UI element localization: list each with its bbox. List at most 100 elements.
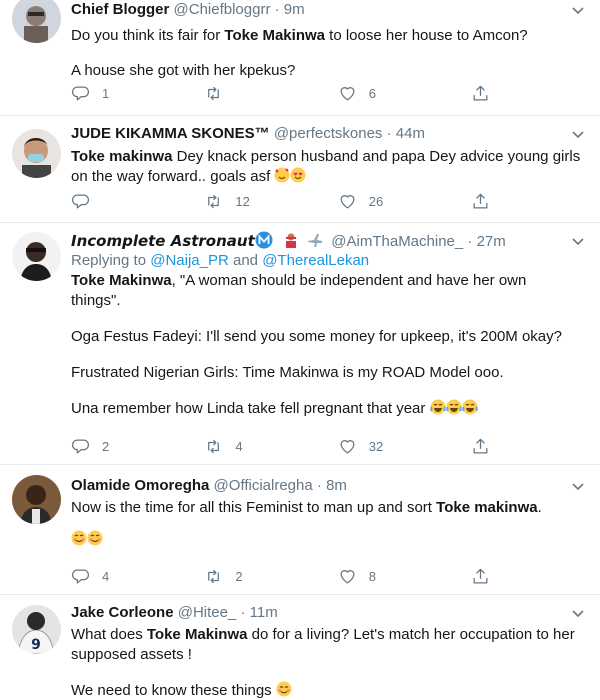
retweet-count: 4 — [235, 438, 243, 454]
retweet-icon — [208, 439, 220, 453]
tweet-text: Toke makinwa Dey knack person husband an… — [71, 148, 581, 165]
reply-mention-link[interactable]: @TherealLekan — [262, 252, 369, 269]
tweet-actions: 2 4 32 — [71, 436, 511, 456]
timestamp[interactable]: 9m — [284, 1, 305, 18]
tweet-text: Do you think its fair for Toke Makinwa t… — [71, 27, 528, 44]
user-handle[interactable]: @Chiefbloggrr — [174, 1, 271, 18]
share-button[interactable] — [471, 191, 511, 211]
tears-of-joy-emoji-icon — [429, 399, 446, 415]
timestamp[interactable]: 44m — [396, 125, 425, 142]
separator: · — [274, 1, 280, 18]
reply-count: 1 — [102, 85, 110, 101]
share-button[interactable] — [471, 436, 511, 456]
share-icon — [473, 438, 488, 453]
tweet-text-line: A house she got with her kpekus? — [71, 62, 296, 79]
like-count: 6 — [368, 85, 377, 101]
reply-icon — [72, 569, 89, 583]
display-name[interactable]: Incomplete Astronaut — [71, 232, 255, 250]
avatar[interactable] — [12, 0, 61, 43]
separator: · — [240, 604, 246, 621]
caret-down-icon[interactable] — [570, 605, 586, 621]
reply-button[interactable]: 1 — [71, 83, 204, 103]
like-count: 26 — [368, 193, 384, 209]
reply-mention-link[interactable]: @Naija_PR — [150, 252, 229, 269]
tweet-text: What does Toke Makinwa do for a living? … — [71, 626, 575, 643]
tweet[interactable]: Incomplete Astronaut @AimThaMachine_ · 2… — [0, 223, 600, 465]
like-button[interactable]: 6 — [338, 83, 471, 103]
caret-down-icon[interactable] — [570, 126, 586, 142]
tweet-text-line: things". — [71, 292, 121, 309]
tweet-text-line: We need to know these things — [71, 681, 586, 700]
retweet-count: 12 — [235, 193, 250, 209]
tweet-feed: Chief Blogger @Chiefbloggrr · 9m Do you … — [0, 0, 600, 700]
reply-icon — [72, 86, 89, 100]
caret-down-icon[interactable] — [570, 478, 586, 494]
heart-eyes-emoji-icon — [290, 167, 306, 183]
tweet-text-line: Una remember how Linda take fell pregnan… — [71, 399, 586, 419]
caret-down-icon[interactable] — [570, 233, 586, 249]
tweet-text-line: Frustrated Nigerian Girls: Time Makinwa … — [71, 364, 504, 381]
mention-keyword: Toke Makinwa — [224, 27, 325, 44]
share-button[interactable] — [471, 83, 511, 103]
tweet-header: Incomplete Astronaut @AimThaMachine_ · 2… — [71, 231, 586, 251]
tweet-header: JUDE KIKAMMA SKONES™ @perfectskones · 44… — [71, 124, 586, 144]
avatar[interactable]: 9 — [12, 605, 61, 654]
user-handle[interactable]: @AimThaMachine_ — [331, 233, 463, 250]
user-handle[interactable]: @perfectskones — [274, 125, 383, 142]
avatar[interactable] — [12, 232, 61, 281]
tweet-actions: 12 26 — [71, 191, 511, 211]
user-handle[interactable]: @Hitee_ — [178, 604, 237, 621]
airplane-emoji-icon — [307, 232, 323, 248]
tweet-text: Toke Makinwa, "A woman should be indepen… — [71, 272, 527, 289]
timestamp[interactable]: 8m — [326, 477, 347, 494]
retweet-button[interactable] — [204, 83, 337, 103]
caret-down-icon[interactable] — [570, 2, 586, 18]
m-badge-icon — [255, 231, 273, 249]
share-icon — [473, 568, 488, 583]
display-name[interactable]: Chief Blogger — [71, 1, 169, 18]
smiling-emoji-icon — [71, 530, 87, 546]
tweet[interactable]: 9 Jake Corleone @Hitee_ · 11m What does … — [0, 595, 600, 700]
like-button[interactable]: 26 — [338, 191, 471, 211]
blushing-emoji-icon — [276, 681, 292, 697]
reply-button[interactable]: 4 — [71, 566, 204, 586]
tears-of-joy-emoji-icon — [445, 399, 462, 415]
retweet-button[interactable]: 12 — [204, 191, 337, 211]
like-icon — [340, 569, 355, 583]
retweet-button[interactable]: 2 — [204, 566, 337, 586]
share-icon — [473, 193, 488, 208]
share-button[interactable] — [471, 566, 511, 586]
tears-of-joy-emoji-icon — [461, 399, 478, 415]
timestamp[interactable]: 27m — [477, 233, 506, 250]
tweet-text-line: supposed assets ! — [71, 646, 192, 663]
separator: · — [316, 477, 322, 494]
avatar[interactable] — [12, 475, 61, 524]
like-count: 32 — [368, 438, 384, 454]
like-button[interactable]: 32 — [338, 436, 471, 456]
display-name[interactable]: Olamide Omoregha — [71, 477, 209, 494]
tweet-actions: 1 6 — [71, 83, 511, 103]
reply-count: 2 — [102, 438, 110, 454]
timestamp[interactable]: 11m — [250, 604, 278, 621]
avatar[interactable] — [12, 129, 61, 178]
retweet-icon — [208, 569, 220, 583]
tweet[interactable]: Olamide Omoregha @Officialregha · 8m Now… — [0, 465, 600, 595]
mention-keyword: Toke makinwa — [71, 148, 173, 165]
person-emoji-icon — [283, 232, 299, 248]
reply-icon — [72, 439, 89, 453]
replying-to: Replying to @Naija_PR and @TherealLekan — [71, 252, 370, 269]
tweet[interactable]: JUDE KIKAMMA SKONES™ @perfectskones · 44… — [0, 116, 600, 223]
like-button[interactable]: 8 — [338, 566, 471, 586]
retweet-icon — [208, 194, 220, 208]
reply-button[interactable] — [71, 191, 204, 211]
display-name[interactable]: JUDE KIKAMMA SKONES™ — [71, 125, 270, 142]
tweet[interactable]: Chief Blogger @Chiefbloggrr · 9m Do you … — [0, 0, 600, 116]
display-name[interactable]: Jake Corleone — [71, 604, 174, 621]
separator: · — [386, 125, 392, 142]
tweet-actions: 4 2 8 — [71, 566, 511, 586]
share-icon — [473, 85, 488, 100]
user-handle[interactable]: @Officialregha — [214, 477, 313, 494]
retweet-button[interactable]: 4 — [204, 436, 337, 456]
tweet-header: Olamide Omoregha @Officialregha · 8m — [71, 476, 586, 496]
reply-button[interactable]: 2 — [71, 436, 204, 456]
